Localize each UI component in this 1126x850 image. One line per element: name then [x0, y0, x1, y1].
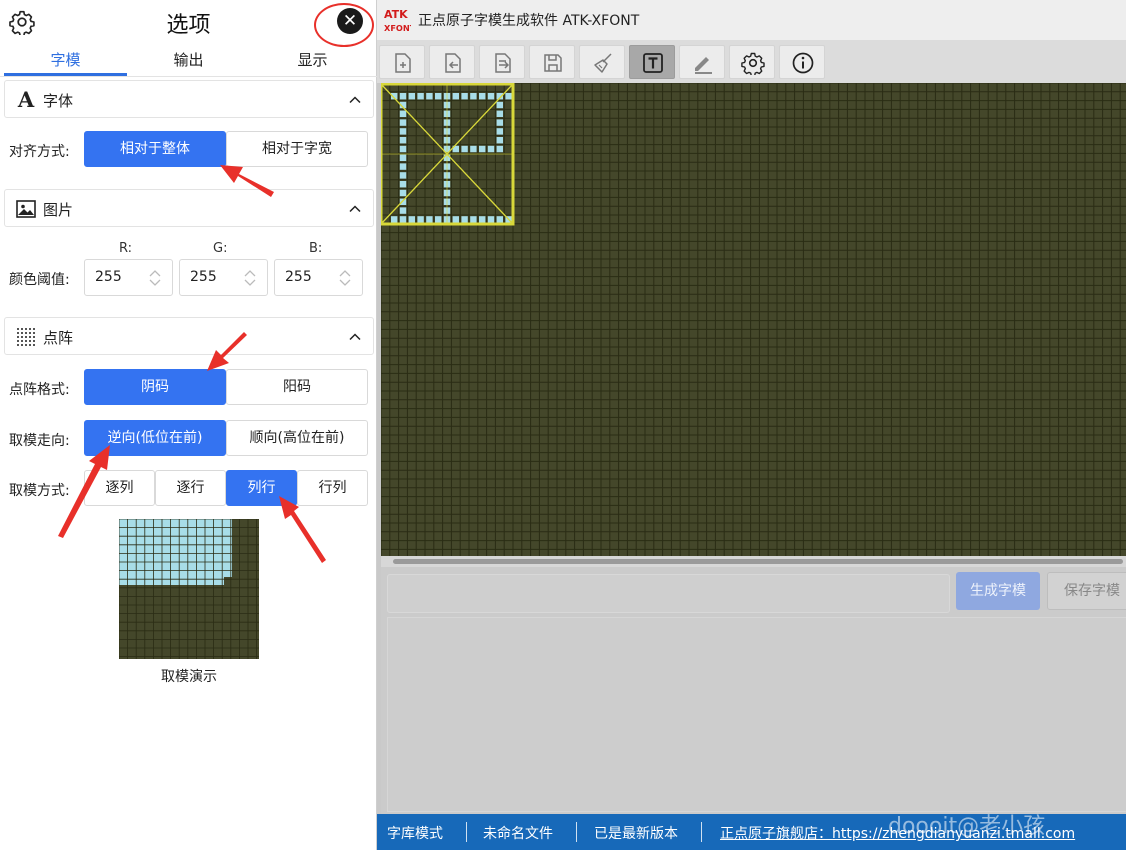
section-image[interactable]: 图片 [4, 189, 374, 227]
glyph-selection-box [381, 83, 515, 226]
g-threshold-input[interactable]: 255 [179, 259, 268, 296]
tab-display[interactable]: 显示 [250, 49, 375, 70]
section-matrix[interactable]: 点阵 [4, 317, 374, 355]
status-mode: 字库模式 [387, 826, 443, 842]
spinner-icon[interactable] [243, 269, 257, 287]
align-label: 对齐方式: [9, 144, 70, 160]
app-title: 正点原子字模生成软件 ATK-XFONT [418, 13, 640, 29]
mode-label: 取模方式: [9, 483, 70, 499]
r-threshold-input[interactable]: 255 [84, 259, 173, 296]
export-button[interactable] [479, 45, 525, 79]
b-label: B: [309, 241, 323, 256]
r-label: R: [119, 241, 133, 256]
draw-button[interactable] [679, 45, 725, 79]
status-divider [576, 822, 577, 842]
spinner-icon[interactable] [148, 269, 162, 287]
mode-row-column-button[interactable]: 行列 [297, 470, 368, 506]
direction-msb-first-button[interactable]: 顺向(高位在前) [226, 420, 368, 456]
save-button[interactable] [529, 45, 575, 79]
save-icon [544, 54, 562, 72]
text-icon [643, 53, 663, 73]
demo-caption: 取模演示 [161, 669, 217, 685]
options-panel: 选项 ✕ 字模 输出 显示 A 字体 对齐方式: 相对于整体 相对于字宽 图片 … [0, 0, 377, 850]
direction-lsb-first-button[interactable]: 逆向(低位在前) [84, 420, 226, 456]
glyph-text-input[interactable] [387, 574, 950, 613]
scan-demo-image [119, 519, 259, 659]
import-icon [445, 53, 461, 73]
new-file-button[interactable] [379, 45, 425, 79]
generate-button[interactable]: 生成字模 [956, 572, 1040, 610]
status-file: 未命名文件 [483, 826, 553, 842]
tab-glyph[interactable]: 字模 [3, 49, 128, 70]
save-glyph-button[interactable]: 保存字模 [1047, 572, 1126, 610]
settings-icon [741, 52, 765, 75]
align-whole-button[interactable]: 相对于整体 [84, 131, 226, 167]
mode-column-row-button[interactable]: 列行 [226, 470, 297, 506]
format-label: 点阵格式: [9, 382, 70, 398]
mode-by-column-button[interactable]: 逐列 [84, 470, 155, 506]
section-font[interactable]: A 字体 [4, 80, 374, 118]
watermark: doooit@老小孩 [888, 814, 1046, 839]
svg-text:ATK: ATK [384, 8, 408, 21]
format-negative-button[interactable]: 阴码 [84, 369, 226, 405]
threshold-label: 颜色阈值: [9, 272, 70, 288]
spinner-icon[interactable] [338, 269, 352, 287]
section-title: 图片 [43, 201, 74, 219]
dot-matrix-icon [17, 328, 35, 346]
b-value: 255 [285, 269, 312, 285]
import-button[interactable] [429, 45, 475, 79]
output-panel: 生成字模 保存字模 [381, 567, 1126, 814]
dot-matrix-canvas[interactable] [381, 83, 1126, 556]
section-title: 字体 [43, 92, 74, 110]
title-bar: ATK XFONT 正点原子字模生成软件 ATK-XFONT [377, 0, 1126, 40]
atk-xfont-logo: ATK XFONT [384, 8, 411, 33]
status-divider [466, 822, 467, 842]
format-positive-button[interactable]: 阳码 [226, 369, 368, 405]
main-window: ATK XFONT 正点原子字模生成软件 ATK-XFONT [377, 0, 1126, 850]
g-value: 255 [190, 269, 217, 285]
image-icon [16, 200, 36, 218]
tab-indicator [4, 73, 127, 76]
brush-icon [594, 53, 612, 73]
pen-icon [695, 57, 712, 74]
clear-button[interactable] [579, 45, 625, 79]
new-file-icon [395, 53, 411, 73]
scrollbar-thumb[interactable] [393, 559, 1123, 564]
svg-text:XFONT: XFONT [384, 23, 411, 33]
chevron-up-icon[interactable] [349, 94, 361, 106]
align-char-width-button[interactable]: 相对于字宽 [226, 131, 368, 167]
r-value: 255 [95, 269, 122, 285]
g-label: G: [213, 241, 228, 256]
chevron-up-icon[interactable] [349, 331, 361, 343]
info-button[interactable] [779, 45, 825, 79]
status-divider [701, 822, 702, 842]
text-mode-button[interactable] [629, 45, 675, 79]
panel-header: 选项 ✕ [0, 0, 377, 47]
section-title: 点阵 [43, 329, 74, 347]
font-icon: A [17, 87, 35, 112]
tab-output[interactable]: 输出 [126, 49, 251, 70]
output-textarea[interactable] [387, 617, 1126, 812]
direction-label: 取模走向: [9, 433, 70, 449]
export-icon [495, 53, 511, 73]
b-threshold-input[interactable]: 255 [274, 259, 363, 296]
status-version: 已是最新版本 [594, 826, 678, 842]
chevron-up-icon[interactable] [349, 203, 361, 215]
settings-button[interactable] [729, 45, 775, 79]
horizontal-scrollbar[interactable] [381, 556, 1126, 567]
annotation-circle [314, 3, 374, 47]
info-icon [792, 52, 814, 74]
mode-by-row-button[interactable]: 逐行 [155, 470, 226, 506]
